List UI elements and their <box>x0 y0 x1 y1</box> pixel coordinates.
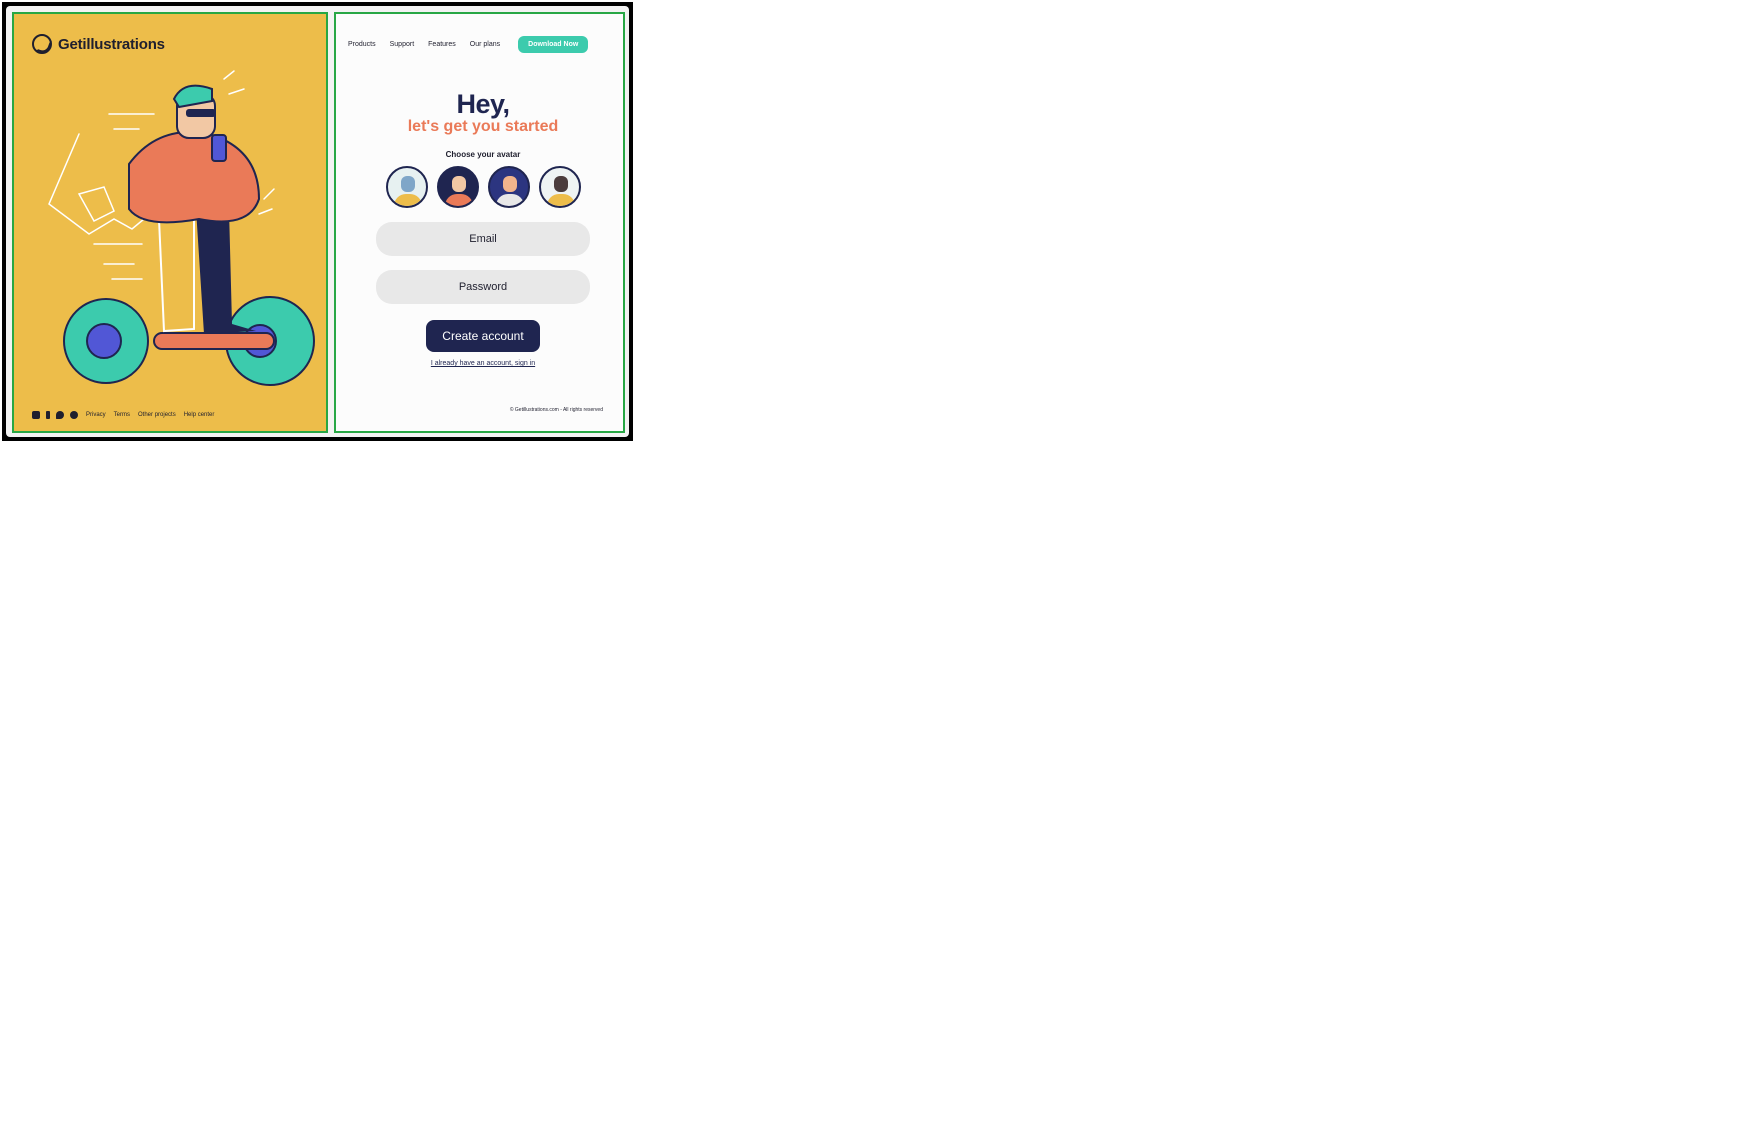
password-field[interactable] <box>376 270 590 304</box>
sign-in-link[interactable]: I already have an account, sign in <box>354 360 612 367</box>
help-center-link[interactable]: Help center <box>184 412 215 418</box>
illustration-panel: Getillustrations Privacy Terms Other pro… <box>12 12 328 433</box>
nav-features[interactable]: Features <box>428 41 456 48</box>
nav-our-plans[interactable]: Our plans <box>470 41 500 48</box>
facebook-icon[interactable] <box>46 411 50 419</box>
terms-link[interactable]: Terms <box>114 412 130 418</box>
page-subtitle: let's get you started <box>407 118 559 135</box>
privacy-link[interactable]: Privacy <box>86 412 106 418</box>
nav-products[interactable]: Products <box>348 41 376 48</box>
screenshot-frame: Getillustrations Privacy Terms Other pro… <box>2 2 633 441</box>
nav-support[interactable]: Support <box>390 41 415 48</box>
twitter-icon[interactable] <box>56 411 64 419</box>
signup-card: Hey, let's get you started Choose your a… <box>354 84 612 394</box>
avatar-option[interactable] <box>436 166 479 208</box>
avatar-option[interactable] <box>487 166 530 208</box>
copyright: © Getillustrations.com - All rights rese… <box>509 407 603 413</box>
dribbble-icon[interactable] <box>70 411 78 419</box>
page-title: Hey, <box>456 89 510 119</box>
download-now-button[interactable]: Download Now <box>518 35 589 53</box>
logo-icon <box>32 34 52 54</box>
credentials-form <box>354 222 612 304</box>
segway-rider-illustration <box>48 70 315 386</box>
email-field[interactable] <box>376 222 590 256</box>
app-window: Getillustrations Privacy Terms Other pro… <box>6 6 629 437</box>
top-nav: Products Support Features Our plans Down… <box>342 28 620 60</box>
avatar-picker <box>354 166 612 208</box>
brand-name: Getillustrations <box>58 35 165 53</box>
signup-panel: Products Support Features Our plans Down… <box>334 12 625 433</box>
other-projects-link[interactable]: Other projects <box>138 412 176 418</box>
social-links <box>32 411 78 419</box>
instagram-icon[interactable] <box>32 411 40 419</box>
create-account-button[interactable]: Create account <box>426 320 540 352</box>
avatar-option[interactable] <box>385 166 428 208</box>
brand-logo[interactable]: Getillustrations <box>32 34 165 54</box>
avatar-option[interactable] <box>538 166 581 208</box>
avatar-label: Choose your avatar <box>445 150 521 159</box>
footer-links: Privacy Terms Other projects Help center <box>32 400 272 430</box>
